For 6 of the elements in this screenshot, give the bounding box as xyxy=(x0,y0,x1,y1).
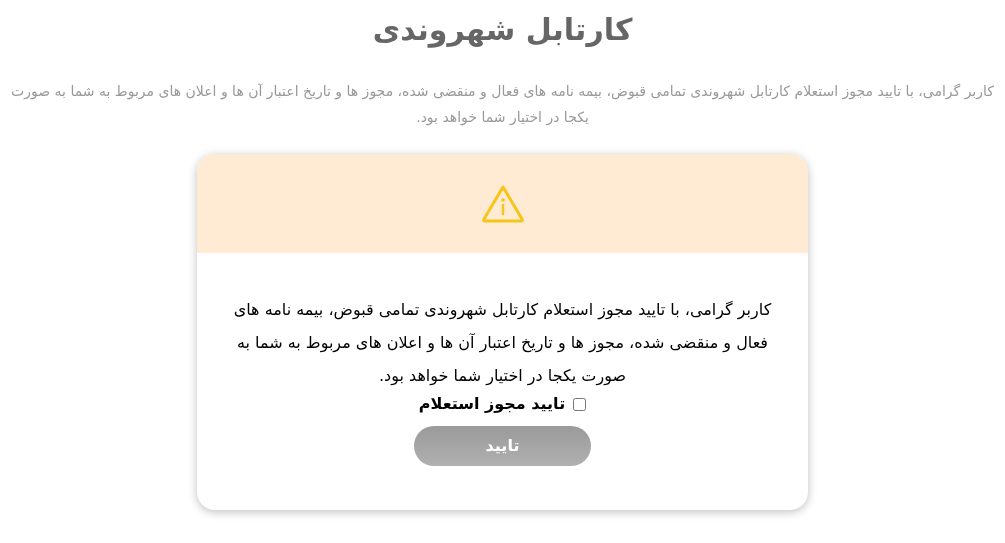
dialog-message: کاربر گرامی، با تایید مجوز استعلام کارتابل شهروندی تمامی قبوض، بیمه نامه های فعال و منقضی شده، مجوز ها و تاریخ اعتبار آن ها و اعلان های مربوط به شما به صورت یکجا در اختیار شما خواهد بود. xyxy=(233,299,772,388)
consent-checkbox[interactable] xyxy=(573,397,587,411)
page-title: کارتابل شهروندی xyxy=(372,11,633,50)
intro-text: کاربر گرامی، با تایید مجوز استعلام کارتابل شهروندی تمامی قبوض، بیمه نامه های فعال و منقضی شده، مجوز ها و تاریخ اعتبار آن ها و اعلان های مربوط به شما به صورت یکجا در اختیار شما خواهد بود. xyxy=(10,82,995,128)
consent-label: تایید مجوز استعلام xyxy=(418,393,566,415)
warning-icon xyxy=(480,183,525,224)
